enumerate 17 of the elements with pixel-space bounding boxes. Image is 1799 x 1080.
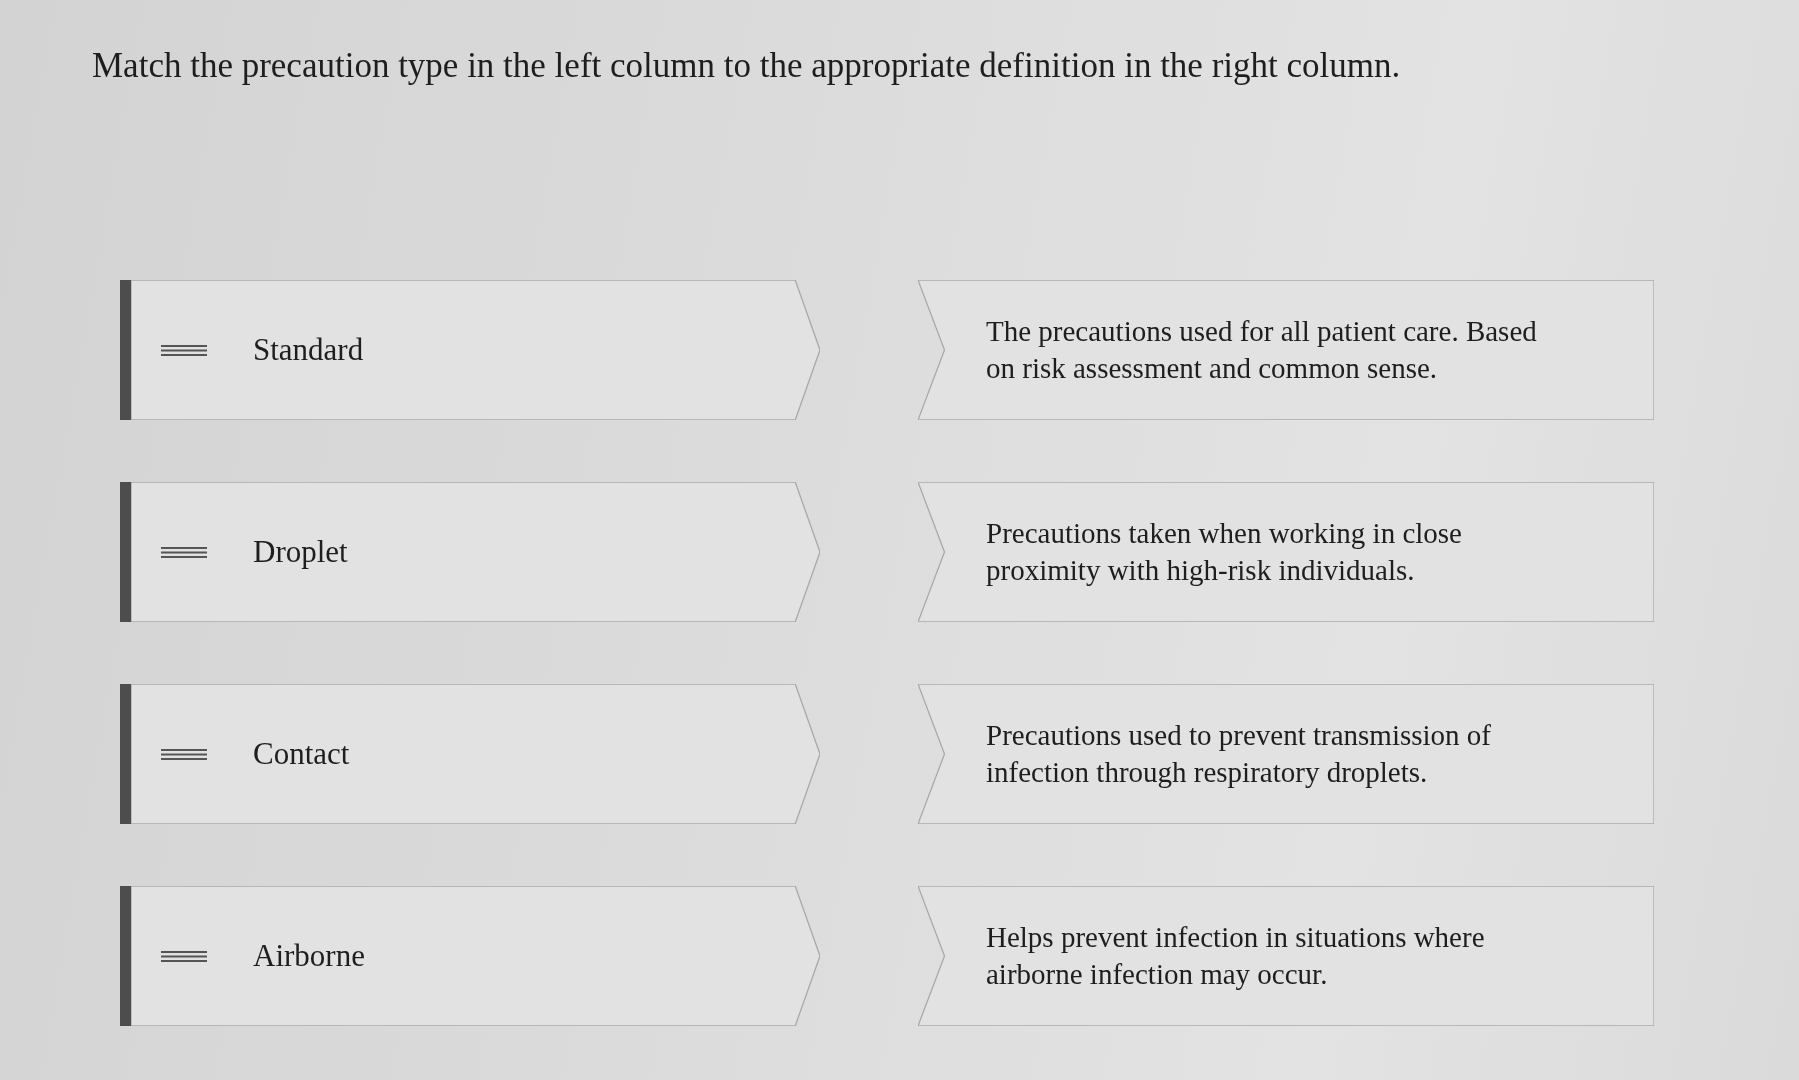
definition-text: Precautions used to prevent transmission of infection through respiratory droplets. <box>986 718 1491 790</box>
definition-text: Precautions taken when working in close proximity with high-risk individuals. <box>986 516 1462 588</box>
definition-drop-card[interactable]: Precautions used to prevent transmission of infection through respiratory droplets. <box>918 684 1654 824</box>
drag-handle-icon[interactable] <box>161 546 207 558</box>
definition-drop-card[interactable]: Precautions taken when working in close proximity with high-risk individuals. <box>918 482 1654 622</box>
drag-handle-icon[interactable] <box>161 748 207 760</box>
definition-drop-card[interactable]: The precautions used for all patient care. Based on risk assessment and common sense. <box>918 280 1654 420</box>
term-label: Contact <box>253 736 350 772</box>
definition-drop-card[interactable]: Helps prevent infection in situations where airborne infection may occur. <box>918 886 1654 1026</box>
term-label: Airborne <box>253 938 365 974</box>
definition-text: Helps prevent infection in situations where airborne infection may occur. <box>986 920 1485 992</box>
drag-handle-icon[interactable] <box>161 344 207 356</box>
term-label: Droplet <box>253 534 348 570</box>
drag-handle-icon[interactable] <box>161 950 207 962</box>
term-label: Standard <box>253 332 364 368</box>
definition-text: The precautions used for all patient care. Based on risk assessment and common sense. <box>986 314 1537 386</box>
question-instruction: Match the precaution type in the left column to the appropriate definition in the right column. <box>92 45 1402 87</box>
